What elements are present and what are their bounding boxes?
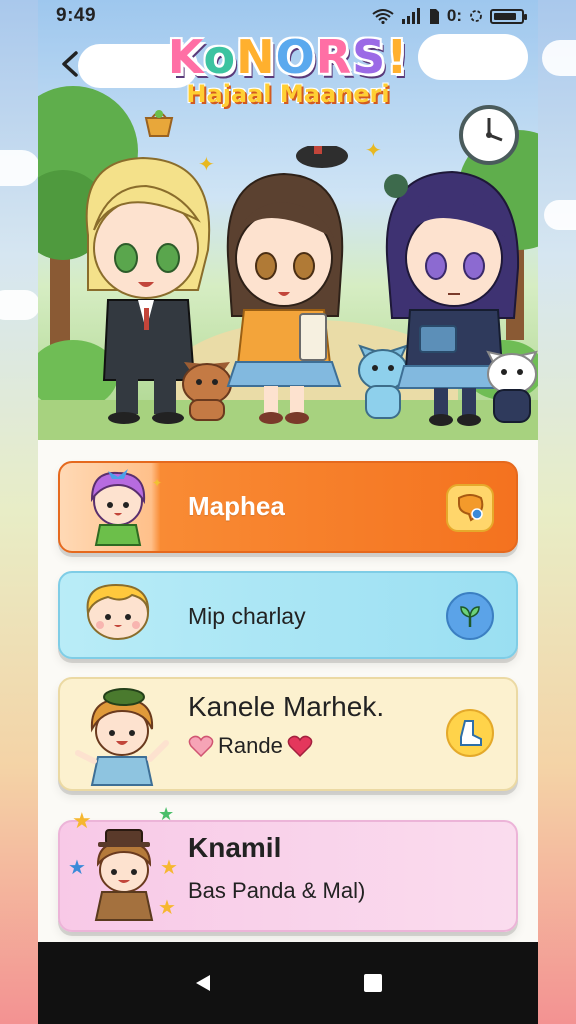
- square-recents-icon: [364, 974, 382, 992]
- status-bar: 9:49 0:: [38, 0, 538, 32]
- svg-text:★: ★: [158, 897, 176, 919]
- sprout-icon: [460, 606, 480, 627]
- card-subtitle-row: Bas Panda & Mal): [188, 878, 365, 904]
- card-action-button[interactable]: [446, 592, 494, 640]
- data-saver-icon: [470, 10, 482, 22]
- card-action-button[interactable]: [446, 709, 494, 757]
- character-card-maphea[interactable]: ✦ Maphea: [58, 461, 518, 553]
- logo-subtitle: Hajaal Maaneri: [186, 80, 390, 108]
- avatar: ✦: [90, 469, 162, 546]
- clock-icon: [459, 105, 519, 165]
- status-right-text: 0:: [446, 6, 462, 25]
- heart-icon: [287, 735, 313, 757]
- phone-screen: ✦ ✦ KoNORS! Hajaal Maaneri 9:49 0: ✦ Map…: [38, 0, 538, 1024]
- hero-banner: ✦ ✦ KoNORS! Hajaal Maaneri 9:49 0:: [38, 0, 538, 440]
- svg-text:★: ★: [68, 857, 86, 879]
- svg-text:★: ★: [160, 857, 178, 879]
- character-card-mip-charlay[interactable]: Mip charlay: [58, 571, 518, 659]
- card-subtitle: Rande: [218, 733, 283, 758]
- chat-bubble-icon: [458, 494, 484, 522]
- triangle-back-icon: [196, 975, 210, 991]
- battery-icon: [490, 8, 527, 24]
- character-brown-hair-girl: [226, 146, 348, 424]
- back-button[interactable]: [52, 46, 88, 82]
- nav-back-button[interactable]: [183, 963, 223, 1003]
- card-subtitle-row: Rande: [188, 733, 313, 759]
- card-title: Mip charlay: [188, 603, 306, 629]
- svg-text:★: ★: [72, 808, 92, 833]
- avatar: ★ ★ ★ ★ ★: [68, 804, 178, 921]
- card-title: Kanele Marhek.: [188, 691, 385, 722]
- character-card-kanele-marhek[interactable]: Kanele Marhek. Rande: [58, 677, 518, 791]
- system-nav-bar: [38, 942, 538, 1024]
- card-title: Maphea: [188, 491, 285, 521]
- white-cat: [486, 350, 538, 423]
- wifi-icon: [372, 9, 394, 24]
- left-backdrop: [0, 0, 40, 1024]
- character-card-knamil[interactable]: ★ ★ ★ ★ ★ Knamil Bas Panda & Mal): [58, 804, 518, 932]
- avatar: [86, 583, 150, 640]
- card-title: Knamil: [188, 832, 282, 863]
- signal-icon: [401, 8, 420, 24]
- basket-icon: [144, 110, 174, 137]
- avatar: [75, 688, 169, 786]
- chevron-left-icon: [62, 51, 78, 77]
- heart-icon: [188, 735, 214, 757]
- right-backdrop: [538, 0, 576, 1024]
- status-icons: 0:: [372, 6, 527, 26]
- status-time: 9:49: [56, 5, 97, 26]
- logo-title: KoNORS!: [167, 30, 409, 84]
- svg-text:★: ★: [158, 804, 174, 824]
- card-subtitle: Bas Panda & Mal): [188, 878, 366, 903]
- boot-icon: [460, 720, 482, 746]
- nav-recents-button[interactable]: [353, 963, 393, 1003]
- sim-icon: [429, 8, 439, 24]
- card-action-button[interactable]: [446, 484, 494, 532]
- svg-text:✦: ✦: [152, 476, 162, 490]
- app-logo: KoNORS! Hajaal Maaneri: [38, 30, 538, 108]
